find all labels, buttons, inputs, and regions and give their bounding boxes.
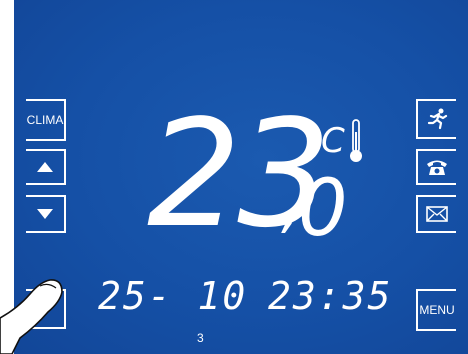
clima-label: CLIMA <box>26 113 64 127</box>
phone-button[interactable] <box>416 149 456 185</box>
thermometer-icon <box>350 119 362 162</box>
thermostat-screen: CLIMA MENU 23 , 0 °C 25- 10 23:35 3 <box>14 0 468 354</box>
up-button[interactable] <box>26 149 66 185</box>
menu-label: MENU <box>419 303 455 317</box>
menu-button[interactable]: MENU <box>416 289 456 331</box>
running-person-icon <box>427 108 448 130</box>
temperature-unit: °C <box>304 121 345 161</box>
sub-value: 3 <box>197 331 204 345</box>
message-button[interactable] <box>416 195 456 233</box>
telephone-icon <box>427 160 447 175</box>
time-display: 23:35 <box>268 274 393 318</box>
date-display: 25- 10 <box>98 274 248 318</box>
triangle-down-icon <box>37 209 53 219</box>
finger-pointer-icon <box>0 279 63 354</box>
envelope-icon <box>426 206 448 222</box>
away-mode-button[interactable] <box>416 99 456 139</box>
temperature-decimal: 0 <box>298 164 348 254</box>
down-button[interactable] <box>26 195 66 233</box>
triangle-up-icon <box>37 162 53 172</box>
clima-button[interactable]: CLIMA <box>26 99 66 141</box>
